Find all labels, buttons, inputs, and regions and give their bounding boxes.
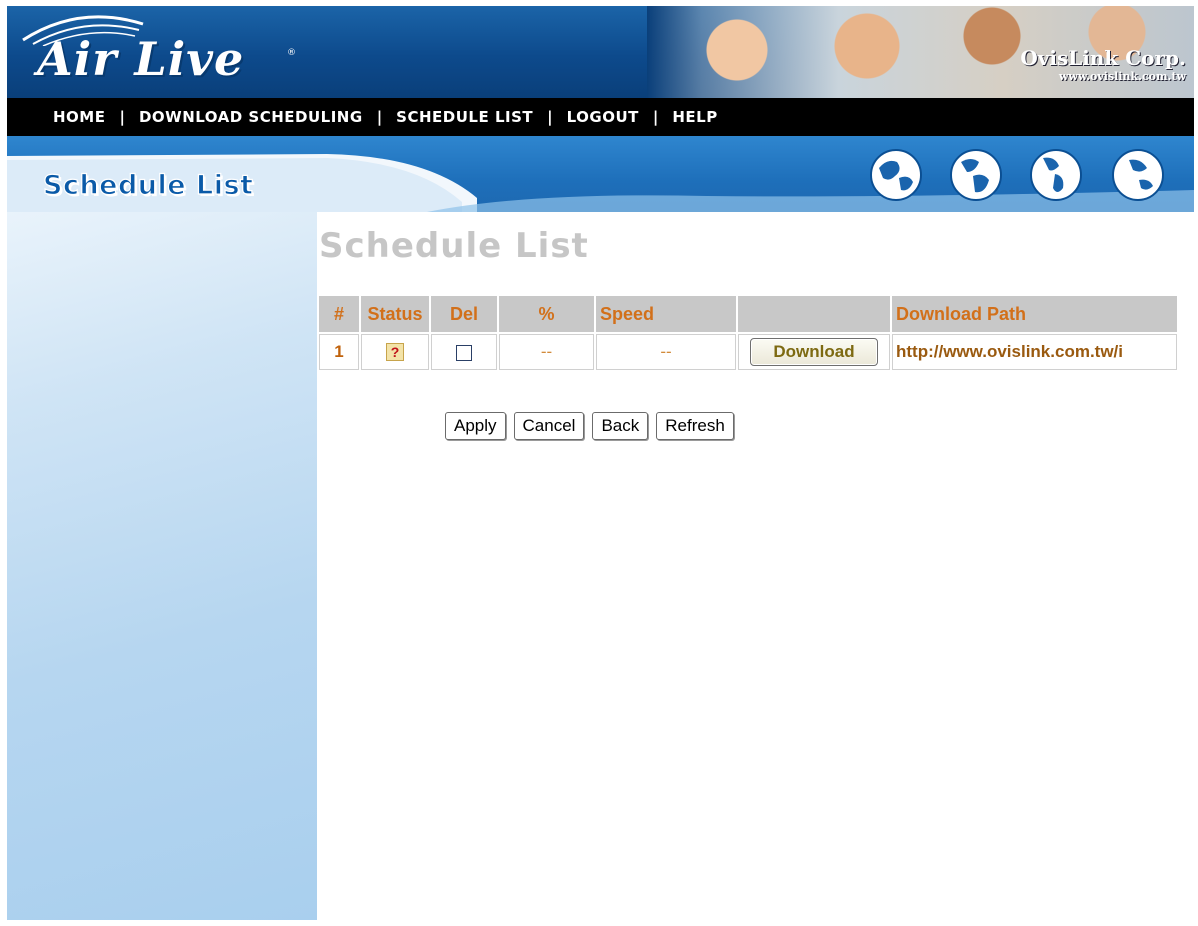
- table-row: 1 ? -- -- Download http://www.ovislink.c…: [319, 334, 1177, 370]
- left-sidebar: [7, 212, 317, 920]
- nav-help[interactable]: HELP: [672, 108, 717, 126]
- form-buttons: Apply Cancel Back Refresh: [445, 412, 734, 440]
- nav-separator: |: [119, 108, 125, 126]
- company-name: OvisLink Corp.: [1020, 46, 1186, 70]
- row-speed: --: [596, 334, 736, 370]
- download-button[interactable]: Download: [750, 338, 878, 366]
- header-del: Del: [431, 296, 497, 332]
- row-action: Download: [738, 334, 890, 370]
- row-status: ?: [361, 334, 429, 370]
- nav-separator: |: [652, 108, 659, 126]
- nav-schedule-list[interactable]: SCHEDULE LIST: [396, 108, 533, 126]
- nav-home[interactable]: HOME: [53, 108, 105, 126]
- header-download-path: Download Path: [892, 296, 1177, 332]
- cancel-button[interactable]: Cancel: [513, 412, 585, 440]
- globe-icon: [950, 149, 1002, 201]
- logo: Air Live: [37, 32, 245, 86]
- apply-button[interactable]: Apply: [445, 412, 506, 440]
- globe-icon: [1112, 149, 1164, 201]
- nav-logout[interactable]: LOGOUT: [567, 108, 639, 126]
- nav-separator: |: [376, 108, 383, 126]
- delete-checkbox[interactable]: [456, 344, 472, 361]
- row-percent: --: [499, 334, 594, 370]
- header-action: [738, 296, 890, 332]
- back-button[interactable]: Back: [592, 412, 649, 440]
- nav-download-scheduling[interactable]: DOWNLOAD SCHEDULING: [139, 108, 363, 126]
- company-block: OvisLink Corp. www.ovislink.com.tw: [1020, 46, 1186, 83]
- header-status: Status: [361, 296, 429, 332]
- globe-icon: [1030, 149, 1082, 201]
- logo-registered-mark: ®: [287, 48, 296, 58]
- nav-bar: HOME | DOWNLOAD SCHEDULING | SCHEDULE LI…: [7, 98, 1194, 136]
- header-speed: Speed: [596, 296, 736, 332]
- row-number: 1: [319, 334, 359, 370]
- refresh-button[interactable]: Refresh: [656, 412, 734, 440]
- schedule-table: # Status Del % Speed Download Path 1 ? -…: [317, 294, 1179, 372]
- section-banner: Schedule List: [7, 136, 1194, 212]
- row-download-path: http://www.ovislink.com.tw/i: [892, 334, 1177, 370]
- company-url: www.ovislink.com.tw: [1058, 70, 1186, 83]
- row-del: [431, 334, 497, 370]
- header-percent: %: [499, 296, 594, 332]
- app-frame: Air Live ® OvisLink Corp. www.ovislink.c…: [7, 6, 1194, 920]
- page-title: Schedule List: [319, 226, 589, 266]
- nav-separator: |: [547, 108, 553, 126]
- table-header-row: # Status Del % Speed Download Path: [319, 296, 1177, 332]
- header: Air Live ® OvisLink Corp. www.ovislink.c…: [7, 6, 1194, 98]
- header-number: #: [319, 296, 359, 332]
- question-icon: ?: [386, 343, 404, 361]
- banner-title: Schedule List: [42, 169, 254, 201]
- globe-icon: [870, 149, 922, 201]
